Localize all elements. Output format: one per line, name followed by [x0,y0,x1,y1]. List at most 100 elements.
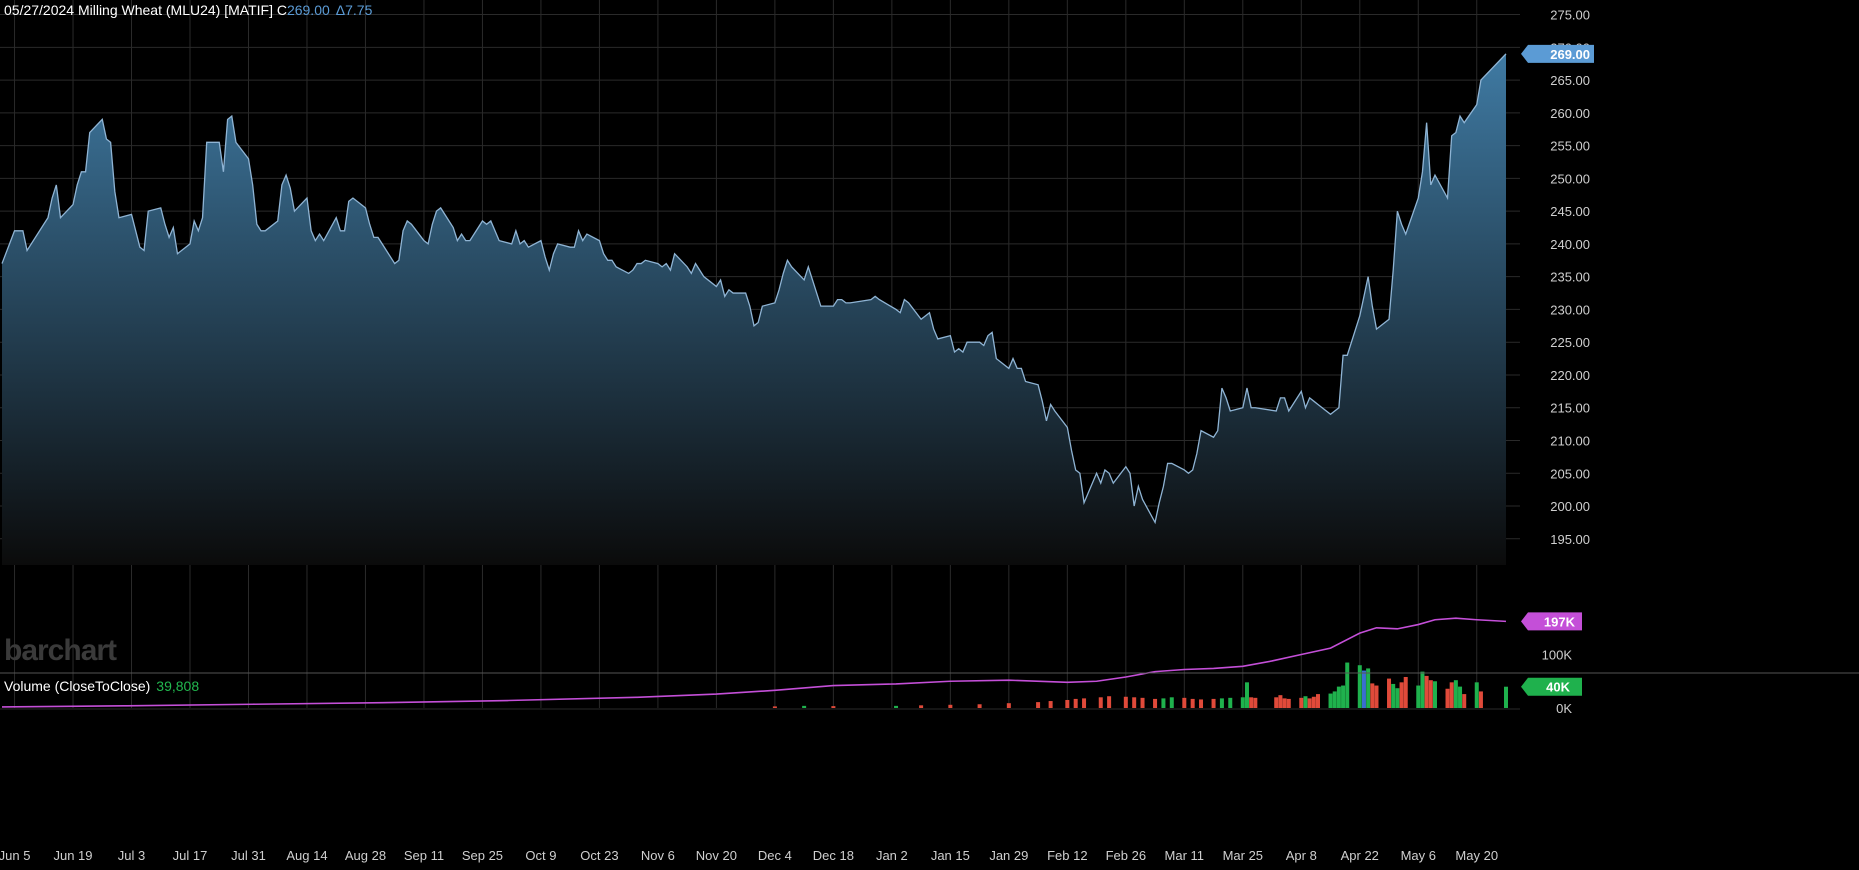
volume-bar [1424,675,1429,708]
volume-bar [1332,691,1337,708]
volume-bar [1328,693,1333,708]
volume-bar [1399,682,1404,708]
time-tick-label: Oct 9 [525,848,556,863]
price-tick-label: 230.00 [1550,302,1590,317]
volume-panel [1,617,1508,708]
open-interest-badge-label: 197K [1544,614,1576,629]
volume-bar [1478,691,1483,708]
price-tick-label: 240.00 [1550,237,1590,252]
time-tick-label: Apr 8 [1286,848,1317,863]
volume-value: 39,808 [156,678,200,694]
volume-bar [1219,698,1224,708]
price-tick-label: 220.00 [1550,368,1590,383]
volume-bar [1082,698,1087,708]
volume-bar [1357,665,1362,708]
volume-bar [1374,685,1379,708]
volume-bar [1244,682,1249,708]
volume-bar [1199,699,1204,708]
price-tick-label: 215.00 [1550,401,1590,416]
volume-bar [1161,698,1166,708]
volume-bar [1299,697,1304,708]
time-tick-label: Feb 26 [1106,848,1146,863]
open-interest-line [1,617,1507,708]
volume-bar [1169,697,1174,708]
volume-bar [1278,695,1283,708]
time-tick-label: Jul 17 [173,848,208,863]
volume-bar [1240,697,1245,708]
time-tick-label: Dec 4 [758,848,792,863]
price-tick-label: 275.00 [1550,8,1590,23]
price-change: Δ7.75 [335,2,373,18]
volume-bar [802,705,807,708]
volume-bar [1366,668,1371,708]
time-tick-label: Jan 29 [989,848,1028,863]
time-tick-label: May 20 [1455,848,1498,863]
last-price: 269.00 [286,2,330,18]
time-tick-label: May 6 [1401,848,1436,863]
volume-bar [1395,688,1400,708]
volume-tick-label: 100K [1542,648,1573,663]
time-tick-label: Jul 31 [231,848,266,863]
volume-bar [1036,702,1041,708]
time-tick-label: Aug 14 [286,848,327,863]
volume-bar [1286,698,1291,708]
last-price-badge-label: 269.00 [1550,47,1590,62]
volume-bar [1474,682,1479,708]
volume-bar [1449,682,1454,708]
volume-bar [1336,686,1341,708]
volume-bar [894,705,899,708]
volume-bar [919,705,924,708]
time-tick-label: Apr 22 [1341,848,1379,863]
volume-bar [1316,694,1320,708]
volume-tick-label: 0K [1556,701,1572,716]
time-tick-label: Jul 3 [118,848,145,863]
volume-bar [1182,697,1187,708]
volume-title: Volume (CloseToClose) [4,678,151,694]
time-tick-label: Nov 6 [641,848,675,863]
chart-header: 05/27/2024 Milling Wheat (MLU24) [MATIF]… [4,2,372,18]
price-tick-label: 250.00 [1550,171,1590,186]
time-tick-label: Jan 2 [876,848,908,863]
price-tick-label: 205.00 [1550,466,1590,481]
volume-header: Volume (CloseToClose) 39,808 [4,678,199,694]
volume-bar [948,704,953,708]
volume-bar [1249,697,1254,708]
volume-bar [1370,683,1375,708]
volume-bar [1006,703,1011,708]
volume-bar [1445,688,1450,708]
volume-bar [1048,701,1053,708]
volume-bar [1153,698,1158,708]
volume-bar [1432,681,1437,708]
time-tick-label: Feb 12 [1047,848,1087,863]
symbol-title: 05/27/2024 Milling Wheat (MLU24) [MATIF]… [4,2,287,18]
volume-bar [1282,698,1287,708]
price-tick-label: 235.00 [1550,270,1590,285]
chart-svg: 195.00 200.00 205.00 210.00 215.00 220.00 225.… [0,0,1859,863]
volume-bar [1140,697,1145,708]
volume-bar [1341,685,1346,708]
volume-bar [1387,678,1392,708]
price-tick-label: 200.00 [1550,499,1590,514]
time-tick-label: Mar 11 [1165,848,1205,863]
volume-bar [1303,696,1308,708]
volume-bar [1391,683,1396,708]
time-tick-label: Jan 15 [931,848,970,863]
time-tick-label: Aug 28 [345,848,386,863]
price-tick-label: 255.00 [1550,139,1590,154]
volume-bar [1458,686,1463,708]
volume-bar [1307,698,1312,708]
volume-bar [1361,670,1366,708]
volume-bar [1504,686,1508,708]
volume-bar [1345,662,1350,708]
volume-bar [1098,697,1103,708]
volume-bar [1462,694,1467,708]
time-tick-label: Oct 23 [580,848,618,863]
volume-bar [1453,680,1458,708]
price-tick-label: 245.00 [1550,204,1590,219]
time-tick-label: Sep 11 [404,848,444,863]
price-tick-label: 260.00 [1550,106,1590,121]
volume-bar [1190,698,1195,708]
volume-bar [1065,699,1070,708]
price-tick-label: 265.00 [1550,73,1590,88]
volume-bar [1428,680,1433,708]
